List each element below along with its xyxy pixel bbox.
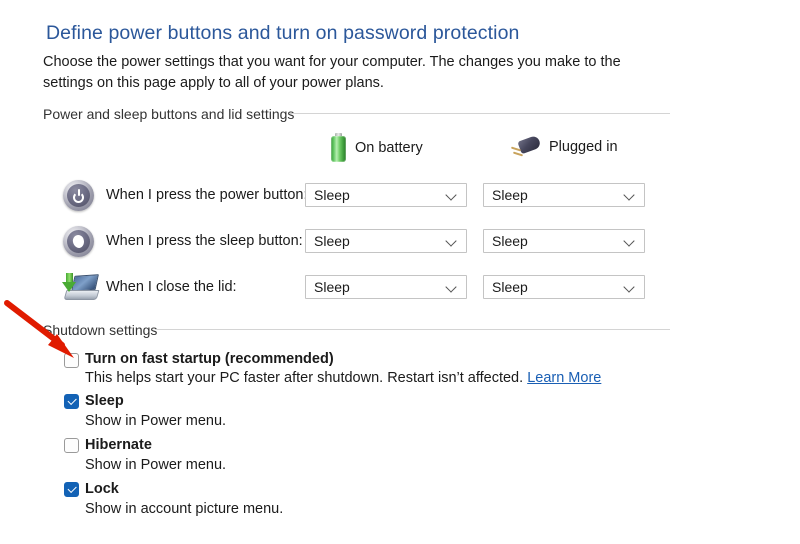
column-label-on-battery: On battery	[355, 140, 423, 156]
page-description: Choose the power settings that you want …	[43, 52, 663, 94]
checkbox-sleep[interactable]	[64, 394, 79, 409]
page-title: Define power buttons and turn on passwor…	[46, 22, 520, 45]
dropdown-value: Sleep	[492, 187, 624, 203]
dropdown-value: Sleep	[314, 233, 446, 249]
description-fast-startup-text: This helps start your PC faster after sh…	[85, 370, 527, 386]
battery-icon	[331, 133, 346, 162]
chevron-down-icon	[624, 190, 635, 201]
row-label-sleep-button: When I press the sleep button:	[106, 233, 303, 249]
column-header-plugged-in: Plugged in	[510, 136, 618, 158]
description-fast-startup: This helps start your PC faster after sh…	[85, 370, 601, 386]
label-fast-startup: Turn on fast startup (recommended)	[85, 351, 334, 367]
description-hibernate: Show in Power menu.	[85, 457, 226, 473]
checkbox-fast-startup[interactable]	[64, 353, 79, 368]
close-lid-icon	[62, 272, 96, 302]
checkbox-lock[interactable]	[64, 482, 79, 497]
power-button-icon	[63, 180, 94, 211]
group-header-shutdown: Shutdown settings	[43, 322, 157, 338]
description-sleep: Show in Power menu.	[85, 413, 226, 429]
row-label-power-button: When I press the power button:	[106, 187, 308, 203]
power-options-page: Define power buttons and turn on passwor…	[0, 0, 800, 544]
label-hibernate: Hibernate	[85, 437, 152, 453]
checkbox-hibernate[interactable]	[64, 438, 79, 453]
dropdown-power-button-on-battery[interactable]: Sleep	[305, 183, 467, 207]
dropdown-power-button-plugged-in[interactable]: Sleep	[483, 183, 645, 207]
dropdown-sleep-button-plugged-in[interactable]: Sleep	[483, 229, 645, 253]
label-lock: Lock	[85, 481, 119, 497]
group-divider-shutdown	[156, 329, 670, 330]
column-header-on-battery: On battery	[331, 133, 423, 162]
column-label-plugged-in: Plugged in	[549, 139, 618, 155]
dropdown-value: Sleep	[314, 187, 446, 203]
dropdown-sleep-button-on-battery[interactable]: Sleep	[305, 229, 467, 253]
power-plug-icon	[510, 136, 540, 158]
chevron-down-icon	[446, 282, 457, 293]
dropdown-value: Sleep	[314, 279, 446, 295]
chevron-down-icon	[446, 190, 457, 201]
group-header-power-sleep: Power and sleep buttons and lid settings	[43, 106, 294, 122]
label-sleep: Sleep	[85, 393, 124, 409]
dropdown-value: Sleep	[492, 279, 624, 295]
group-divider-power-sleep	[290, 113, 670, 114]
learn-more-link[interactable]: Learn More	[527, 370, 601, 386]
dropdown-value: Sleep	[492, 233, 624, 249]
chevron-down-icon	[624, 236, 635, 247]
row-label-close-lid: When I close the lid:	[106, 279, 237, 295]
chevron-down-icon	[624, 282, 635, 293]
chevron-down-icon	[446, 236, 457, 247]
dropdown-close-lid-plugged-in[interactable]: Sleep	[483, 275, 645, 299]
sleep-button-icon	[63, 226, 94, 257]
dropdown-close-lid-on-battery[interactable]: Sleep	[305, 275, 467, 299]
description-lock: Show in account picture menu.	[85, 501, 283, 517]
